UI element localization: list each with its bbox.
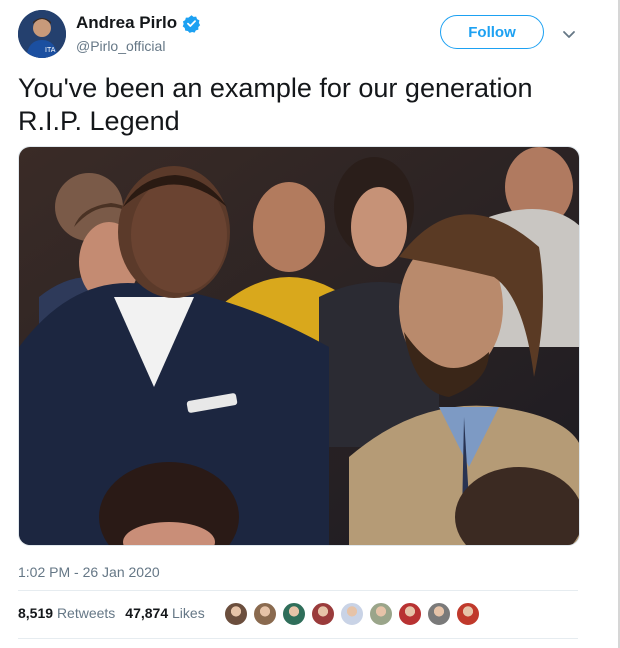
author-avatar[interactable]: ITA	[18, 10, 66, 58]
retweets-label: Retweets	[56, 605, 116, 621]
tweet-timestamp[interactable]: 1:02 PM - 26 Jan 2020	[18, 564, 160, 580]
chevron-down-icon[interactable]	[561, 26, 577, 42]
author-name-row: Andrea Pirlo	[76, 13, 201, 33]
tweet-stats: 8,519 Retweets 47,874 Likes	[18, 605, 205, 621]
divider	[18, 590, 578, 591]
liker-avatar[interactable]	[311, 602, 335, 626]
divider	[18, 638, 578, 639]
retweets-count: 8,519	[18, 605, 54, 621]
tweet-text-line-1: You've been an example for our generatio…	[18, 73, 533, 103]
liker-avatar[interactable]	[253, 602, 277, 626]
liker-avatar[interactable]	[369, 602, 393, 626]
avatar-image: ITA	[18, 10, 66, 58]
liker-avatar[interactable]	[427, 602, 451, 626]
author-handle[interactable]: @Pirlo_official	[76, 38, 165, 54]
likes-label: Likes	[172, 605, 205, 621]
likes-stat[interactable]: 47,874 Likes	[125, 605, 204, 621]
author-display-name[interactable]: Andrea Pirlo	[76, 13, 177, 33]
tweet-photo[interactable]	[18, 146, 580, 546]
photo-illustration	[19, 147, 579, 545]
liker-avatar[interactable]	[456, 602, 480, 626]
verified-badge-icon	[182, 14, 201, 33]
tweet-text: You've been an example for our generatio…	[18, 72, 588, 138]
svg-text:ITA: ITA	[45, 47, 56, 54]
liker-avatar[interactable]	[224, 602, 248, 626]
follow-button[interactable]: Follow	[440, 15, 544, 49]
retweets-stat[interactable]: 8,519 Retweets	[18, 605, 115, 621]
liker-avatars	[224, 602, 480, 626]
tweet-text-line-2: R.I.P. Legend	[18, 106, 180, 136]
tweet-card: ITA Andrea Pirlo @Pirlo_official Follow …	[0, 0, 620, 648]
likes-count: 47,874	[125, 605, 169, 621]
liker-avatar[interactable]	[398, 602, 422, 626]
liker-avatar[interactable]	[340, 602, 364, 626]
liker-avatar[interactable]	[282, 602, 306, 626]
